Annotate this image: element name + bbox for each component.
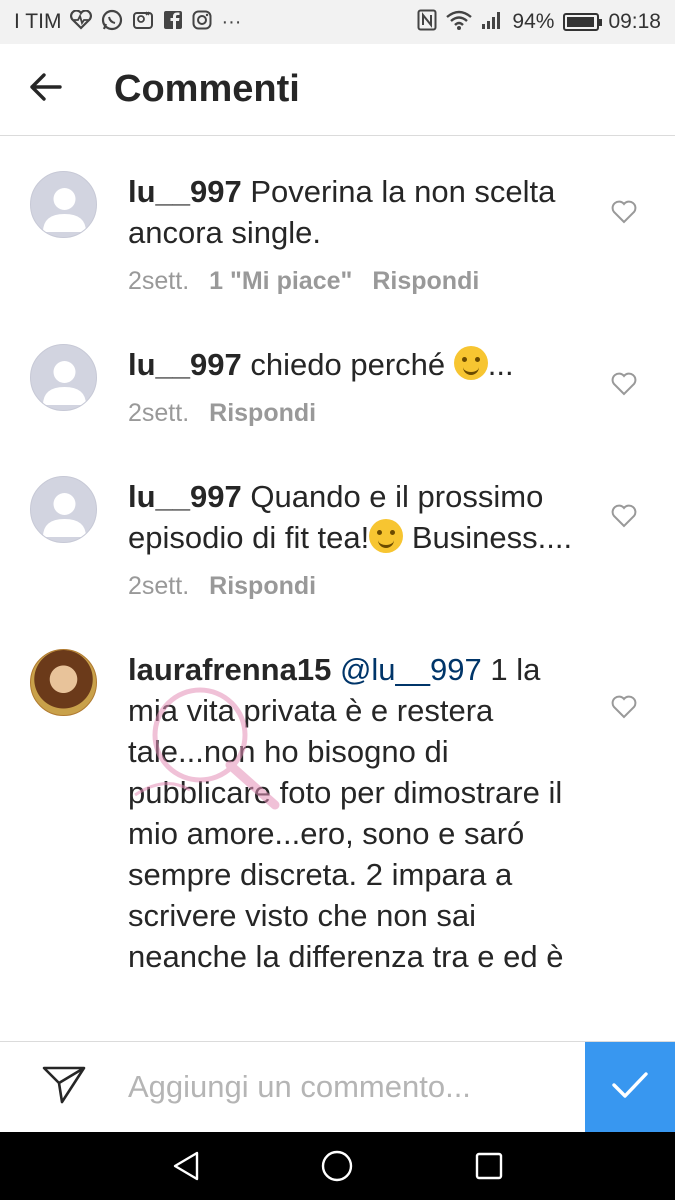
- wifi-icon: [446, 10, 473, 34]
- reply-button[interactable]: Rispondi: [209, 399, 316, 428]
- battery-level: [567, 17, 594, 27]
- recents-square-icon[interactable]: [469, 1146, 509, 1186]
- comment-username[interactable]: lu__997: [128, 174, 242, 209]
- comment-input-bar: [0, 1041, 675, 1133]
- battery-icon: [563, 13, 603, 31]
- avatar[interactable]: [30, 649, 97, 716]
- comment-time: 2sett.: [128, 572, 190, 600]
- status-left: I TIM ···: [14, 9, 241, 35]
- comment-text: lu__997 chiedo perché ...: [128, 344, 588, 385]
- whatsapp-icon: [101, 9, 123, 35]
- status-bar: I TIM ··· 94% 09:18: [0, 0, 675, 44]
- heart-icon[interactable]: [611, 200, 637, 224]
- comment-text: lu__997 Quando e il prossimo episodio di…: [128, 476, 588, 558]
- carrier-label: I TIM: [14, 10, 62, 33]
- comment-meta: 2sett. 1 "Mi piace" Rispondi: [128, 267, 588, 296]
- gallery-icon: [132, 10, 154, 34]
- comment-item: lu__997 chiedo perché ... 2sett. Rispond…: [0, 296, 675, 428]
- comment-meta: 2sett. Rispondi: [128, 399, 588, 428]
- avatar[interactable]: [30, 344, 97, 411]
- comment-item: laurafrenna15 @lu__997 1 la mia vita pri…: [0, 601, 675, 977]
- comment-likes[interactable]: 1 "Mi piace": [209, 267, 352, 296]
- comment-message: 1 la mia vita privata è e restera tale..…: [128, 652, 564, 974]
- comment-username[interactable]: lu__997: [128, 347, 242, 382]
- comment-item: lu__997 Quando e il prossimo episodio di…: [0, 428, 675, 601]
- heart-icon[interactable]: [611, 695, 637, 719]
- signal-icon: [481, 10, 503, 34]
- facebook-icon: [163, 10, 183, 34]
- comment-message-end: ...: [487, 347, 514, 382]
- thinking-face-emoji: [453, 346, 488, 380]
- battery-percent: 94%: [512, 10, 555, 33]
- avatar[interactable]: [30, 171, 97, 238]
- direct-send-button[interactable]: [0, 1042, 128, 1132]
- heart-pulse-icon: [70, 9, 93, 34]
- comment-time: 2sett.: [128, 267, 190, 295]
- comment-time: 2sett.: [128, 399, 190, 427]
- clock: 09:18: [608, 10, 661, 33]
- comment-body: lu__997 chiedo perché ... 2sett. Rispond…: [128, 344, 588, 428]
- more-icon: ···: [221, 11, 242, 33]
- instagram-icon: [192, 10, 212, 34]
- header: Commenti: [0, 44, 675, 136]
- avatar[interactable]: [30, 476, 97, 543]
- home-circle-icon[interactable]: [317, 1146, 357, 1186]
- comment-message-end: Business....: [403, 520, 573, 555]
- nfc-icon: [417, 9, 437, 35]
- comment-body: lu__997 Quando e il prossimo episodio di…: [128, 476, 588, 601]
- status-right: 94% 09:18: [417, 9, 661, 35]
- comment-mention[interactable]: @lu__997: [331, 652, 482, 687]
- comment-body: laurafrenna15 @lu__997 1 la mia vita pri…: [128, 649, 588, 977]
- back-button[interactable]: [0, 44, 90, 136]
- comments-list[interactable]: lu__997 Poverina la non scelta ancora si…: [0, 137, 675, 1041]
- comment-item: lu__997 Poverina la non scelta ancora si…: [0, 137, 675, 296]
- smiling-face-emoji: [369, 519, 404, 553]
- post-comment-button[interactable]: [585, 1041, 675, 1133]
- comment-username[interactable]: laurafrenna15: [128, 652, 331, 687]
- reply-button[interactable]: Rispondi: [209, 572, 316, 601]
- comment-meta: 2sett. Rispondi: [128, 572, 588, 601]
- paper-plane-icon: [41, 1065, 87, 1110]
- arrow-left-icon: [28, 72, 62, 107]
- comment-message: chiedo perché: [241, 347, 454, 382]
- navigation-bar: [0, 1132, 675, 1200]
- comment-body: lu__997 Poverina la non scelta ancora si…: [128, 171, 588, 296]
- heart-icon[interactable]: [611, 504, 637, 528]
- comment-text: lu__997 Poverina la non scelta ancora si…: [128, 171, 588, 253]
- heart-icon[interactable]: [611, 372, 637, 396]
- comment-input[interactable]: [128, 1042, 585, 1132]
- page-title: Commenti: [114, 68, 300, 110]
- back-triangle-icon[interactable]: [166, 1146, 206, 1186]
- comment-text: laurafrenna15 @lu__997 1 la mia vita pri…: [128, 649, 588, 977]
- checkmark-icon: [610, 1070, 650, 1105]
- comment-username[interactable]: lu__997: [128, 479, 242, 514]
- reply-button[interactable]: Rispondi: [372, 267, 479, 296]
